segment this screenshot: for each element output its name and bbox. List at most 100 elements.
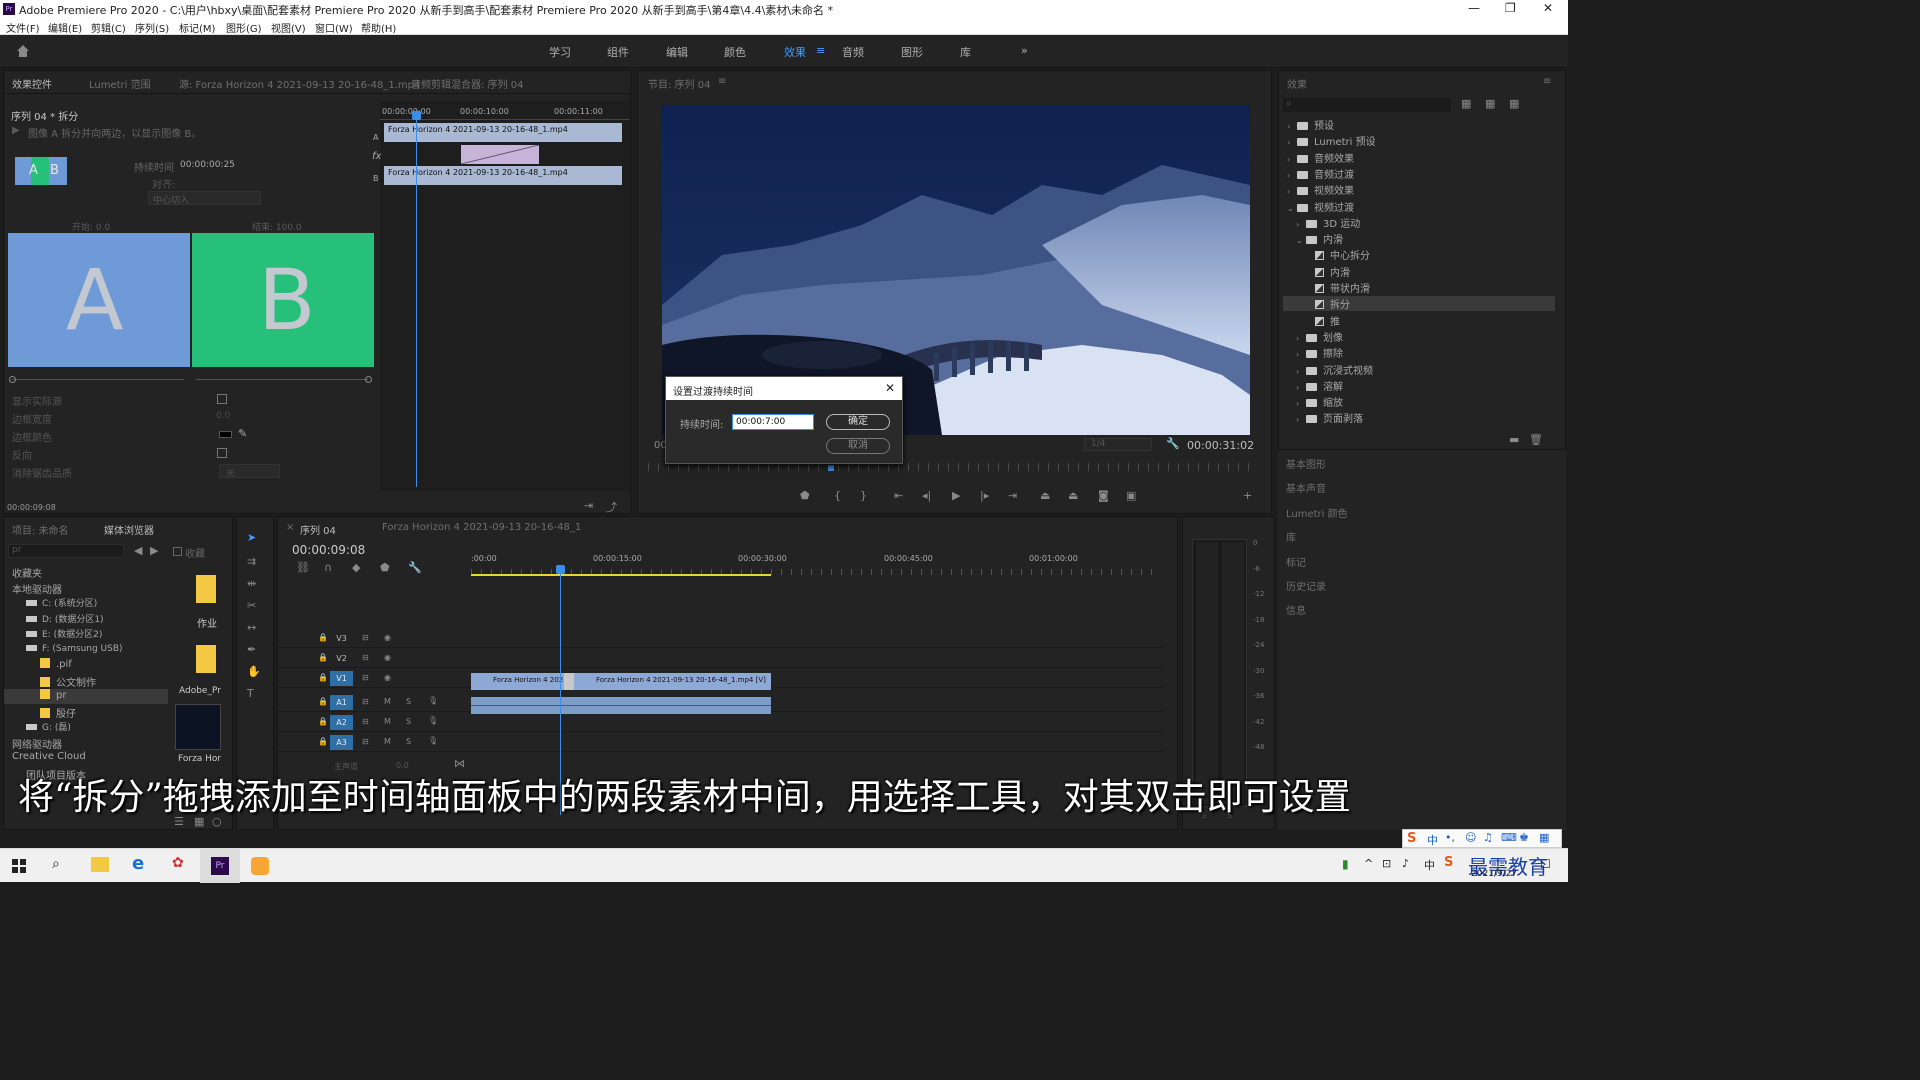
wrench-icon[interactable]: 🔧 [1166, 437, 1180, 450]
chevron-right-icon[interactable]: › [1287, 187, 1297, 196]
tab-program[interactable]: 节目: 序列 04 [648, 76, 710, 91]
workspace-editing[interactable]: 编辑 [666, 44, 688, 60]
snap-icon[interactable]: ⛓ [296, 561, 310, 574]
effect-item[interactable]: 推 [1283, 313, 1555, 328]
solo-icon[interactable]: S [406, 737, 411, 746]
chevron-right-icon[interactable]: › [1287, 138, 1297, 147]
go-to-in-icon[interactable]: ⇤ [894, 489, 903, 502]
pen-tool-icon[interactable]: ✒ [247, 643, 256, 656]
go-to-out-icon[interactable]: ⇥ [1008, 489, 1017, 502]
effects-search-input[interactable]: ⌕ [1283, 98, 1451, 112]
razor-tool-icon[interactable]: ✂ [247, 599, 256, 612]
thumb-adobe[interactable] [188, 641, 224, 677]
marker-icon[interactable]: ⬟ [380, 561, 390, 574]
end-slider-handle[interactable] [365, 376, 372, 383]
program-time-ruler[interactable] [648, 463, 1258, 471]
effect-folder[interactable]: ⌄ 内滑 [1283, 231, 1555, 246]
workspace-color[interactable]: 颜色 [724, 44, 746, 60]
search-taskbar-icon[interactable]: ⌕ [52, 856, 60, 872]
menu-help[interactable]: 帮助(H) [361, 20, 396, 35]
panel-markers[interactable]: 标记 [1286, 554, 1306, 569]
menu-window[interactable]: 窗口(W) [315, 20, 353, 35]
effect-item[interactable]: 内滑 [1283, 264, 1555, 279]
windows-start-icon[interactable] [12, 859, 26, 873]
workspace-graphics[interactable]: 图形 [901, 44, 923, 60]
forward-arrow-icon[interactable]: ▶ [150, 544, 158, 557]
mute-icon[interactable]: M [384, 717, 391, 726]
mute-icon[interactable]: M [384, 737, 391, 746]
volume-icon[interactable]: ♪ [1402, 857, 1409, 870]
panel-libraries[interactable]: 库 [1286, 529, 1296, 544]
menu-sequence[interactable]: 序列(S) [135, 20, 169, 35]
end-slider[interactable] [196, 379, 368, 380]
ripple-edit-tool-icon[interactable]: ⇹ [247, 577, 256, 590]
maximize-button[interactable]: ❐ [1505, 1, 1516, 15]
ime-punct-icon[interactable]: •, [1445, 831, 1455, 844]
extract-icon[interactable]: ⏏ [1068, 489, 1078, 502]
track-lock-icon[interactable]: 🔒 [318, 737, 328, 746]
linked-selection-icon[interactable]: ∩ [324, 561, 332, 574]
effect-item[interactable]: 拆分 [1283, 296, 1555, 312]
track-select-tool-icon[interactable]: ⇉ [247, 555, 256, 568]
back-arrow-icon[interactable]: ◀ [134, 544, 142, 557]
ec-clip-a[interactable]: Forza Horizon 4 2021-09-13 20-16-48_1.mp… [384, 123, 622, 142]
media-tree-item[interactable]: D: (数据分区1) [4, 612, 168, 627]
duration-value[interactable]: 00:00:00:25 [180, 160, 235, 170]
ime-skin-icon[interactable]: ♚ [1519, 831, 1529, 844]
favorites-checkbox[interactable] [173, 547, 182, 556]
tab-source[interactable]: 源: Forza Horizon 4 2021-09-13 20-16-48_1… [179, 76, 420, 91]
tab-effect-controls[interactable]: 效果控件 [12, 76, 52, 91]
track-target-button[interactable]: A2 [330, 715, 353, 730]
program-playhead[interactable] [828, 465, 834, 471]
tab-forza-sequence[interactable]: Forza Horizon 4 2021-09-13 20-16-48_1 [382, 522, 581, 533]
track-lock-icon[interactable]: 🔒 [318, 717, 328, 726]
chevron-right-icon[interactable]: › [1296, 415, 1306, 424]
panel-lumetri-color[interactable]: Lumetri 颜色 [1286, 505, 1348, 520]
ec-timecode[interactable]: 00:00:09:08 [7, 503, 56, 512]
app-icon[interactable]: ✿ [172, 855, 184, 871]
yuv-effects-icon[interactable]: ▦ [1509, 97, 1519, 110]
step-back-icon[interactable]: ◂| [922, 489, 931, 502]
sogou-icon[interactable]: S [1444, 855, 1453, 870]
track-target-button[interactable]: V3 [330, 631, 353, 646]
menu-view[interactable]: 视图(V) [271, 20, 306, 35]
workspace-libraries[interactable]: 库 [960, 44, 971, 60]
media-tree-item[interactable]: pr [4, 689, 168, 704]
microphone-icon[interactable]: 🎙 [428, 716, 438, 725]
ime-mic-icon[interactable]: ♫ [1483, 831, 1493, 844]
add-marker-icon[interactable]: ⬟ [800, 489, 810, 502]
dialog-cancel-button[interactable]: 取消 [826, 438, 890, 454]
panel-info[interactable]: 信息 [1286, 602, 1306, 617]
network-icon[interactable]: ⊡ [1382, 857, 1391, 870]
chevron-down-icon[interactable]: ⌄ [1287, 204, 1297, 213]
tab-audio-clip-mixer[interactable]: 音频剪辑混合器: 序列 04 [411, 76, 523, 91]
antialias-dropdown[interactable]: 关 [219, 464, 280, 479]
menu-edit[interactable]: 编辑(E) [48, 20, 82, 35]
solo-icon[interactable]: S [406, 717, 411, 726]
menu-file[interactable]: 文件(F) [6, 20, 40, 35]
orange-app-icon[interactable] [251, 857, 269, 875]
delete-icon[interactable]: 🗑 [1529, 433, 1543, 446]
dialog-ok-button[interactable]: 确定 [826, 414, 890, 430]
tab-lumetri-scopes[interactable]: Lumetri 范围 [89, 76, 151, 91]
track-sync-icon[interactable]: ⊟ [362, 673, 369, 682]
ime-mode-icon[interactable]: 中 [1424, 857, 1435, 873]
media-tree-item[interactable]: Creative Cloud [4, 751, 168, 766]
media-tree-item[interactable]: G: (磊) [4, 720, 168, 735]
close-button[interactable]: ✕ [1543, 1, 1553, 15]
zoom-dropdown[interactable]: 1/4 [1084, 438, 1152, 451]
minimize-button[interactable]: — [1468, 1, 1480, 15]
camera-icon[interactable]: ◙ [1098, 489, 1109, 502]
track-target-button[interactable]: A3 [330, 735, 353, 750]
media-tree-item[interactable]: C: (系统分区) [4, 596, 168, 611]
align-dropdown[interactable]: 中心切入 [148, 191, 261, 206]
eye-icon[interactable]: ◉ [384, 633, 391, 642]
track-target-button[interactable]: V2 [330, 651, 353, 666]
tab-project[interactable]: 项目: 未命名 [12, 522, 69, 537]
track-sync-icon[interactable]: ⊟ [362, 717, 369, 726]
ime-chinese-icon[interactable]: 中 [1427, 832, 1438, 848]
effect-folder[interactable]: › 溶解 [1283, 378, 1555, 393]
timeline-close-icon[interactable]: × [286, 522, 294, 533]
chevron-right-icon[interactable]: › [1296, 399, 1306, 408]
workspace-assembly[interactable]: 组件 [607, 44, 629, 60]
